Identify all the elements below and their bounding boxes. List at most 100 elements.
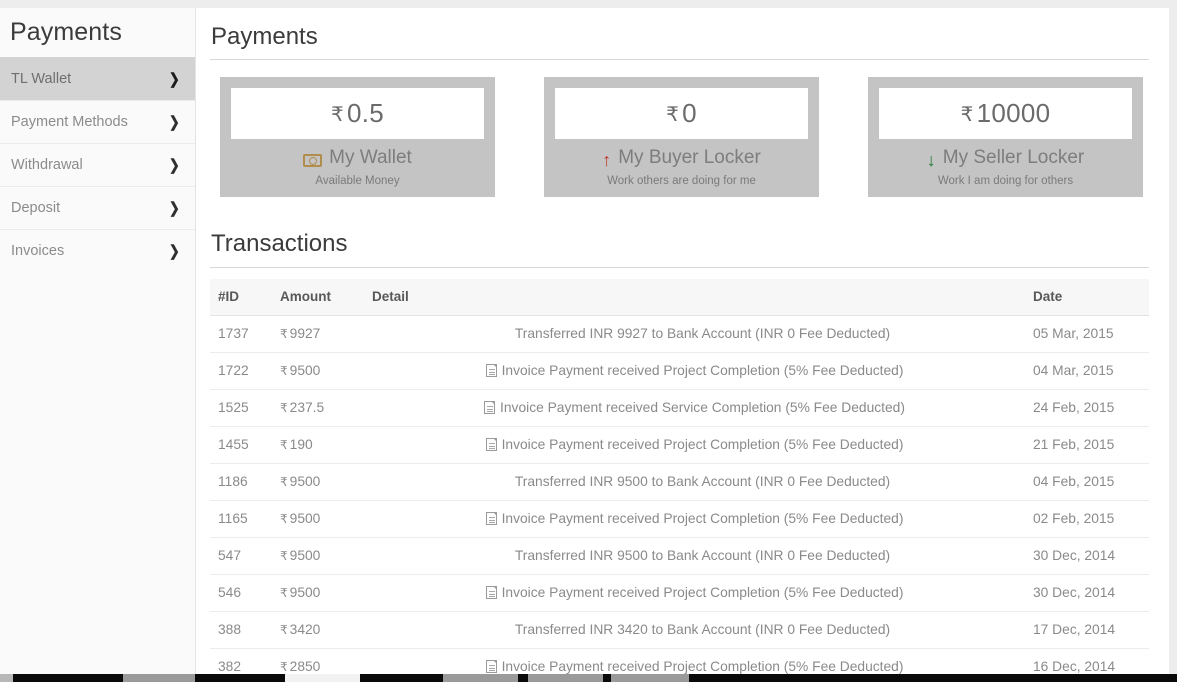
card-amount-box: ₹10000: [879, 88, 1132, 140]
cell-id: 1455: [210, 426, 272, 464]
table-row[interactable]: 1455 ₹190 Invoice Payment received Project…: [210, 426, 1149, 464]
cell-detail-text: Transferred INR 3420 to Bank Account (IN…: [514, 621, 891, 637]
sidebar-item-label: Withdrawal: [11, 157, 83, 173]
column-header-date[interactable]: Date: [1025, 278, 1149, 316]
cell-date: 30 Dec, 2014: [1025, 537, 1149, 575]
cell-amount-value: 190: [289, 436, 313, 452]
cell-amount: ₹9500: [272, 574, 364, 612]
table-row[interactable]: 388 ₹3420 Transferred INR 3420 to Bank Acc…: [210, 611, 1149, 649]
cell-detail: Invoice Payment received Project Complet…: [364, 352, 1025, 390]
os-taskbar[interactable]: [0, 674, 1177, 682]
card-subtitle: Available Money: [315, 175, 400, 188]
chevron-right-icon: ❯: [169, 242, 181, 260]
taskbar-item[interactable]: [611, 674, 689, 682]
cell-amount-value: 3420: [289, 621, 321, 637]
taskbar-item[interactable]: [0, 674, 13, 682]
sidebar-item-payment-methods[interactable]: Payment Methods ❯: [0, 100, 195, 143]
cell-amount-value: 237.5: [289, 399, 325, 415]
invoice-file-icon[interactable]: [485, 511, 497, 525]
cell-detail: Transferred INR 9500 to Bank Account (IN…: [364, 537, 1025, 575]
wallet-card-my-seller-locker[interactable]: ₹10000 ↓ My Seller Locker Work I am doing f…: [868, 77, 1143, 198]
invoice-file-icon[interactable]: [485, 437, 497, 451]
cell-id: 1525: [210, 389, 272, 427]
taskbar-item[interactable]: [689, 674, 1177, 682]
cell-amount-value: 9927: [289, 325, 321, 341]
cell-amount: ₹9927: [272, 315, 364, 353]
taskbar-item[interactable]: [518, 674, 528, 682]
card-amount-value: 10000: [976, 98, 1051, 129]
cell-amount: ₹9500: [272, 500, 364, 538]
cell-detail-text: Invoice Payment received Project Complet…: [501, 510, 904, 526]
cell-id: 1722: [210, 352, 272, 390]
sidebar-item-label: Deposit: [11, 200, 61, 216]
cell-detail-text: Invoice Payment received Service Complet…: [500, 399, 905, 415]
cell-detail: Transferred INR 9500 to Bank Account (IN…: [364, 463, 1025, 501]
cell-detail: Invoice Payment received Project Complet…: [364, 648, 1025, 674]
invoice-file-icon[interactable]: [485, 585, 497, 599]
invoice-file-icon[interactable]: [485, 363, 497, 377]
cell-amount: ₹9500: [272, 352, 364, 390]
table-row[interactable]: 547 ₹9500 Transferred INR 9500 to Bank Acc…: [210, 537, 1149, 575]
sidebar-item-withdrawal[interactable]: Withdrawal ❯: [0, 143, 195, 186]
card-amount-value: 0: [682, 98, 697, 129]
taskbar-item[interactable]: [285, 674, 360, 682]
main-content: Payments ₹0.5 My Wallet Available Money ₹0 ↑…: [196, 8, 1169, 674]
cell-detail: Invoice Payment received Project Complet…: [364, 500, 1025, 538]
rupee-icon: ₹: [280, 511, 288, 526]
table-row[interactable]: 1525 ₹237.5 Invoice Payment received Servi…: [210, 389, 1149, 427]
cell-amount: ₹9500: [272, 463, 364, 501]
taskbar-item[interactable]: [443, 674, 518, 682]
invoice-file-icon[interactable]: [484, 400, 496, 414]
rupee-icon: ₹: [280, 437, 288, 452]
cell-date: 04 Mar, 2015: [1025, 352, 1149, 390]
cell-detail-text: Invoice Payment received Project Complet…: [501, 584, 904, 600]
taskbar-item[interactable]: [195, 674, 285, 682]
taskbar-item[interactable]: [528, 674, 603, 682]
sidebar-item-deposit[interactable]: Deposit ❯: [0, 186, 195, 229]
table-row[interactable]: 1722 ₹9500 Invoice Payment received Projec…: [210, 352, 1149, 390]
sidebar: Payments TL Wallet ❯ Payment Methods ❯ Withd…: [0, 8, 196, 674]
table-row[interactable]: 1165 ₹9500 Invoice Payment received Projec…: [210, 500, 1149, 538]
taskbar-item[interactable]: [360, 674, 443, 682]
column-header-amount[interactable]: Amount: [272, 278, 364, 316]
card-label-row: ↓ My Seller Locker: [879, 147, 1132, 170]
cell-date: 02 Feb, 2015: [1025, 500, 1149, 538]
table-row[interactable]: 546 ₹9500 Invoice Payment received Project…: [210, 574, 1149, 612]
cell-detail: Transferred INR 9927 to Bank Account (IN…: [364, 315, 1025, 353]
cell-detail-text: Transferred INR 9500 to Bank Account (IN…: [514, 473, 891, 489]
cell-id: 547: [210, 537, 272, 575]
column-header-detail[interactable]: Detail: [364, 278, 1025, 316]
rupee-icon: ₹: [280, 659, 288, 674]
sidebar-item-invoices[interactable]: Invoices ❯: [0, 229, 195, 272]
wallet-card-my-wallet[interactable]: ₹0.5 My Wallet Available Money: [220, 77, 495, 198]
cell-amount: ₹3420: [272, 611, 364, 649]
taskbar-item[interactable]: [603, 674, 611, 682]
rupee-icon: ₹: [666, 104, 680, 127]
wallet-card-my-buyer-locker[interactable]: ₹0 ↑ My Buyer Locker Work others are doing …: [544, 77, 819, 198]
cell-amount-value: 9500: [289, 584, 321, 600]
table-row[interactable]: 1186 ₹9500 Transferred INR 9500 to Bank Ac…: [210, 463, 1149, 501]
sidebar-item-tl-wallet[interactable]: TL Wallet ❯: [0, 57, 195, 100]
column-header-id[interactable]: #ID: [210, 278, 272, 316]
card-label-text: My Buyer Locker: [618, 147, 761, 169]
card-amount: ₹0: [666, 98, 697, 129]
taskbar-item[interactable]: [45, 674, 123, 682]
invoice-file-icon[interactable]: [485, 659, 497, 673]
chevron-right-icon: ❯: [169, 70, 181, 88]
table-row[interactable]: 1737 ₹9927 Transferred INR 9927 to Bank Ac…: [210, 315, 1149, 353]
rupee-icon: ₹: [280, 585, 288, 600]
rupee-icon: ₹: [960, 104, 974, 127]
chevron-right-icon: ❯: [169, 156, 181, 174]
rupee-icon: ₹: [280, 622, 288, 637]
table-header-row: #ID Amount Detail Date: [210, 278, 1149, 316]
taskbar-item[interactable]: [13, 674, 45, 682]
card-label-text: My Seller Locker: [942, 147, 1085, 169]
cell-amount: ₹2850: [272, 648, 364, 674]
taskbar-item[interactable]: [123, 674, 195, 682]
arrow-down-icon: ↓: [926, 149, 936, 170]
rupee-icon: ₹: [280, 326, 288, 341]
cell-amount: ₹190: [272, 426, 364, 464]
cell-detail: Invoice Payment received Project Complet…: [364, 574, 1025, 612]
table-row[interactable]: 382 ₹2850 Invoice Payment received Project…: [210, 648, 1149, 674]
cell-amount: ₹9500: [272, 537, 364, 575]
